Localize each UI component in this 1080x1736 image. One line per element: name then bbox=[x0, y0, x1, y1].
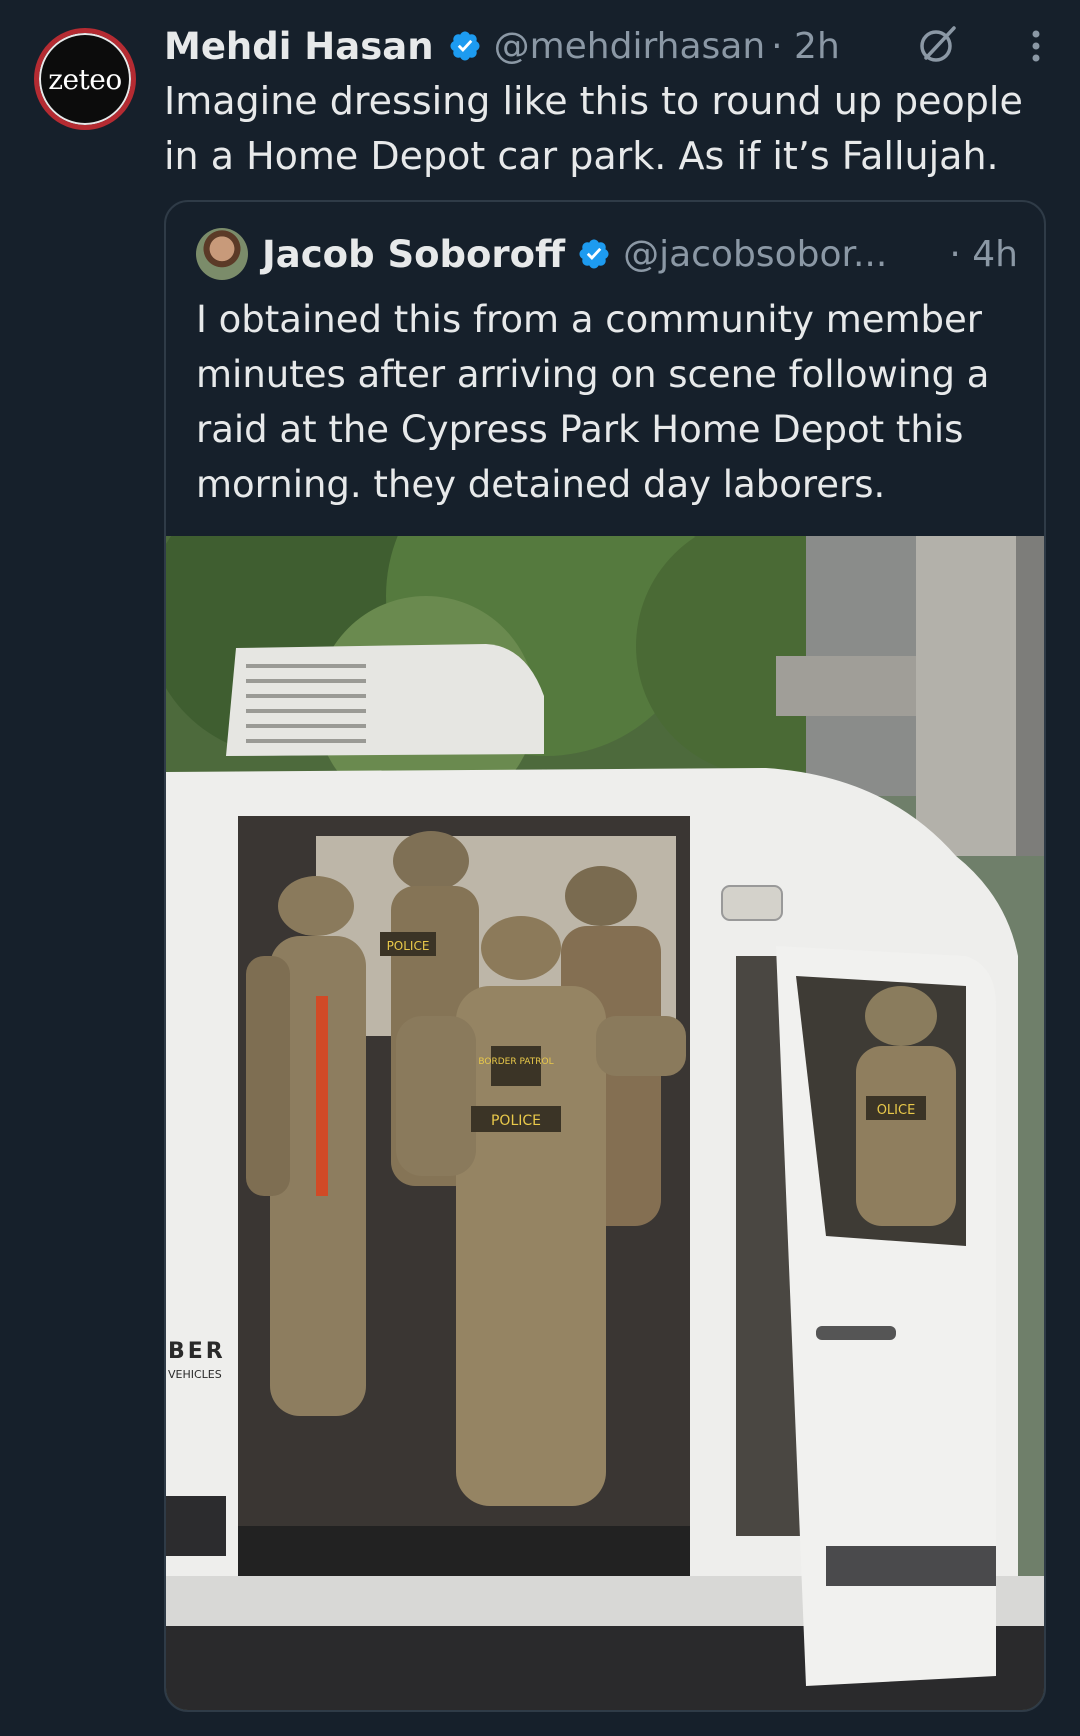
author-name[interactable]: Mehdi Hasan bbox=[164, 25, 434, 68]
van-brand-subtext: VEHICLES bbox=[168, 1368, 222, 1381]
verified-badge-icon bbox=[579, 239, 609, 269]
tweet[interactable]: zeteo Mehdi Hasan @mehdirhasan · 2h Imag… bbox=[0, 0, 1080, 1736]
patch-police-2: POLICE bbox=[491, 1113, 541, 1129]
grok-icon[interactable] bbox=[916, 22, 960, 66]
patch-police-1: POLICE bbox=[387, 939, 430, 953]
quoted-tweet-text: I obtained this from a community member … bbox=[196, 298, 990, 506]
tweet-time[interactable]: · 2h bbox=[771, 26, 840, 67]
avatar-logo-text: zeteo bbox=[48, 62, 122, 96]
patch-police-3: OLICE bbox=[877, 1103, 916, 1118]
quoted-tweet-header: Jacob Soboroff @jacobsobor... · 4h bbox=[196, 226, 1018, 282]
more-options-icon[interactable] bbox=[1028, 26, 1044, 66]
patch-border-patrol: BORDER PATROL bbox=[478, 1057, 553, 1067]
van-brand-text: BER bbox=[168, 1339, 226, 1364]
tweet-text: Imagine dressing like this to round up p… bbox=[164, 79, 1023, 178]
quoted-author-name[interactable]: Jacob Soboroff bbox=[262, 233, 565, 276]
tweet-photo[interactable]: POLICE BORDER PATROL POLICE OLICE BER VE… bbox=[166, 536, 1044, 1710]
quoted-tweet-time[interactable]: · 4h bbox=[949, 234, 1018, 275]
author-handle[interactable]: @mehdirhasan bbox=[494, 26, 766, 67]
quoted-avatar[interactable] bbox=[196, 228, 248, 280]
photo-van-agents: POLICE BORDER PATROL POLICE OLICE BER VE… bbox=[166, 536, 1044, 1710]
verified-badge-icon bbox=[450, 31, 480, 61]
quoted-author-handle[interactable]: @jacobsobor... bbox=[623, 234, 887, 275]
avatar[interactable]: zeteo bbox=[34, 28, 136, 130]
quoted-tweet[interactable]: Jacob Soboroff @jacobsobor... · 4h I obt… bbox=[164, 200, 1046, 1712]
